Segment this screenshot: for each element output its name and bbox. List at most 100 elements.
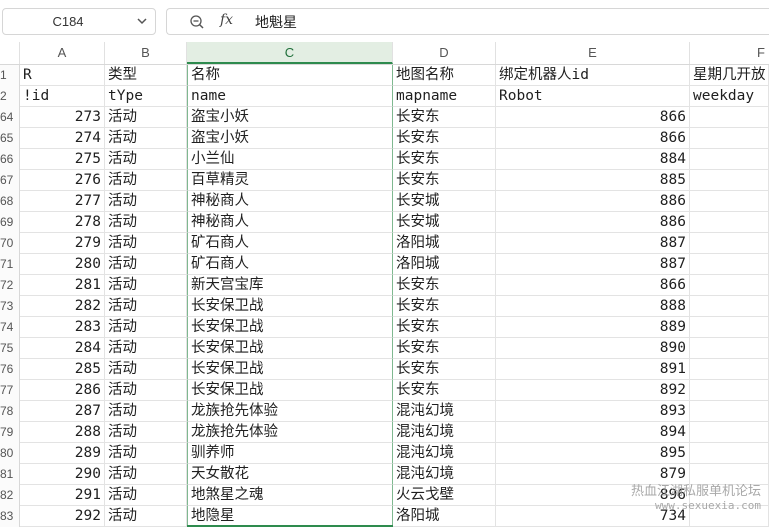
cell-f[interactable]: [690, 443, 769, 464]
cell-d[interactable]: 长安城: [393, 212, 496, 233]
cell-e[interactable]: 890: [496, 338, 690, 359]
cell-b[interactable]: 活动: [105, 233, 187, 254]
cell-b[interactable]: 活动: [105, 107, 187, 128]
cell-e[interactable]: 886: [496, 212, 690, 233]
cell-b[interactable]: 类型: [105, 65, 187, 86]
cell-f[interactable]: 星期几开放: [690, 65, 769, 86]
cell-a[interactable]: 285: [20, 359, 105, 380]
chevron-down-icon[interactable]: [135, 13, 149, 29]
row-number[interactable]: 83: [0, 506, 20, 527]
cell-c[interactable]: 盗宝小妖: [187, 107, 393, 128]
cell-e[interactable]: 892: [496, 380, 690, 401]
cell-e[interactable]: 888: [496, 296, 690, 317]
cell-d[interactable]: 长安城: [393, 191, 496, 212]
row-number[interactable]: 70: [0, 233, 20, 254]
row-number[interactable]: 80: [0, 443, 20, 464]
row-number[interactable]: 67: [0, 170, 20, 191]
cell-e[interactable]: 889: [496, 317, 690, 338]
cell-c[interactable]: 长安保卫战: [187, 296, 393, 317]
row-number[interactable]: 74: [0, 317, 20, 338]
cell-c[interactable]: 地煞星之魂: [187, 485, 393, 506]
cell-b[interactable]: 活动: [105, 170, 187, 191]
cell-e[interactable]: 885: [496, 170, 690, 191]
cell-c[interactable]: 矿石商人: [187, 233, 393, 254]
cell-b[interactable]: 活动: [105, 380, 187, 401]
cell-b[interactable]: 活动: [105, 464, 187, 485]
cell-b[interactable]: 活动: [105, 485, 187, 506]
cell-e[interactable]: 893: [496, 401, 690, 422]
cell-d[interactable]: 长安东: [393, 149, 496, 170]
cell-b[interactable]: 活动: [105, 422, 187, 443]
row-number[interactable]: 73: [0, 296, 20, 317]
cell-c[interactable]: 神秘商人: [187, 212, 393, 233]
cell-d[interactable]: 长安东: [393, 107, 496, 128]
cell-c[interactable]: 矿石商人: [187, 254, 393, 275]
row-number[interactable]: 76: [0, 359, 20, 380]
cell-f[interactable]: [690, 212, 769, 233]
cell-a[interactable]: 274: [20, 128, 105, 149]
cell-b[interactable]: 活动: [105, 254, 187, 275]
cell-d[interactable]: 长安东: [393, 359, 496, 380]
cell-c[interactable]: 龙族抢先体验: [187, 401, 393, 422]
cell-e[interactable]: 894: [496, 422, 690, 443]
cell-d[interactable]: mapname: [393, 86, 496, 107]
row-number[interactable]: 79: [0, 422, 20, 443]
cell-d[interactable]: 长安东: [393, 338, 496, 359]
cell-e[interactable]: 887: [496, 254, 690, 275]
cell-c[interactable]: 地隐星: [187, 506, 393, 527]
row-number[interactable]: 72: [0, 275, 20, 296]
cell-d[interactable]: 地图名称: [393, 65, 496, 86]
cell-b[interactable]: 活动: [105, 443, 187, 464]
cell-c[interactable]: name: [187, 86, 393, 107]
cell-f[interactable]: [690, 380, 769, 401]
cell-e[interactable]: 891: [496, 359, 690, 380]
cell-c[interactable]: 长安保卫战: [187, 317, 393, 338]
cell-a[interactable]: 277: [20, 191, 105, 212]
cell-a[interactable]: 288: [20, 422, 105, 443]
cell-c[interactable]: 长安保卫战: [187, 359, 393, 380]
cell-c[interactable]: 百草精灵: [187, 170, 393, 191]
cell-f[interactable]: [690, 338, 769, 359]
cell-f[interactable]: [690, 422, 769, 443]
cell-a[interactable]: 287: [20, 401, 105, 422]
row-number[interactable]: 71: [0, 254, 20, 275]
row-number[interactable]: 68: [0, 191, 20, 212]
cell-c[interactable]: 名称: [187, 65, 393, 86]
cell-c[interactable]: 天女散花: [187, 464, 393, 485]
cell-b[interactable]: tYpe: [105, 86, 187, 107]
cell-b[interactable]: 活动: [105, 317, 187, 338]
cell-b[interactable]: 活动: [105, 212, 187, 233]
cell-c[interactable]: 驯养师: [187, 443, 393, 464]
column-header-b[interactable]: B: [105, 42, 187, 64]
formula-bar[interactable]: fx 地魁星: [166, 8, 769, 35]
cell-d[interactable]: 混沌幻境: [393, 401, 496, 422]
cell-b[interactable]: 活动: [105, 128, 187, 149]
zoom-out-icon[interactable]: [189, 14, 205, 30]
cell-c[interactable]: 新天宫宝库: [187, 275, 393, 296]
cell-f[interactable]: [690, 233, 769, 254]
row-number[interactable]: 1: [0, 65, 20, 86]
cell-b[interactable]: 活动: [105, 149, 187, 170]
cell-f[interactable]: [690, 359, 769, 380]
row-number[interactable]: 2: [0, 86, 20, 107]
cell-d[interactable]: 洛阳城: [393, 506, 496, 527]
cell-f[interactable]: [690, 275, 769, 296]
cell-d[interactable]: 长安东: [393, 317, 496, 338]
cell-a[interactable]: 292: [20, 506, 105, 527]
column-header-f[interactable]: F: [690, 42, 769, 64]
row-number[interactable]: 77: [0, 380, 20, 401]
fx-icon[interactable]: fx: [220, 12, 233, 28]
cell-b[interactable]: 活动: [105, 275, 187, 296]
cell-a[interactable]: 275: [20, 149, 105, 170]
cell-a[interactable]: 283: [20, 317, 105, 338]
cell-b[interactable]: 活动: [105, 401, 187, 422]
row-number[interactable]: 66: [0, 149, 20, 170]
row-number[interactable]: 65: [0, 128, 20, 149]
cell-e[interactable]: 866: [496, 275, 690, 296]
cell-b[interactable]: 活动: [105, 338, 187, 359]
cell-f[interactable]: [690, 254, 769, 275]
cell-f[interactable]: [690, 401, 769, 422]
cell-b[interactable]: 活动: [105, 506, 187, 527]
row-number[interactable]: 69: [0, 212, 20, 233]
cell-a[interactable]: 286: [20, 380, 105, 401]
